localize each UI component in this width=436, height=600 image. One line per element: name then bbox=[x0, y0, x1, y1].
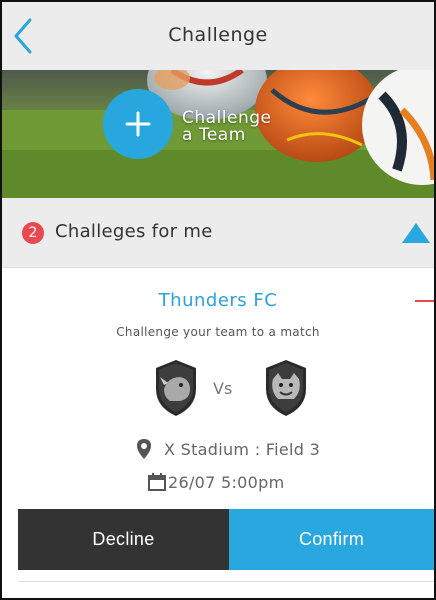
section-title: Challeges for me bbox=[55, 221, 213, 242]
challenge-team-button[interactable] bbox=[103, 89, 173, 159]
divider bbox=[18, 581, 434, 582]
map-pin-icon bbox=[137, 439, 151, 459]
calendar-icon bbox=[148, 473, 166, 491]
rhino-crest-icon bbox=[156, 360, 196, 416]
date-time-text: 26/07 5:00pm bbox=[168, 473, 285, 492]
page-title: Challenge bbox=[168, 24, 268, 46]
challenge-label-line2: a Team bbox=[182, 125, 246, 145]
challenges-for-me-header[interactable]: 2 Challeges for me bbox=[2, 198, 434, 268]
panther-crest-icon bbox=[266, 360, 306, 416]
challenge-count-badge: 2 bbox=[22, 222, 44, 244]
vs-label: Vs bbox=[213, 379, 233, 398]
swipe-indicator bbox=[415, 300, 434, 302]
triangle-up-icon[interactable] bbox=[401, 222, 431, 244]
challenge-subtitle: Challenge your team to a match bbox=[116, 325, 320, 339]
app-screen: Challenge Challenge a Team 2 Challeges f… bbox=[0, 0, 436, 600]
header-bar: Challenge bbox=[2, 2, 434, 70]
challenge-team-label[interactable]: Challenge a Team bbox=[182, 110, 272, 144]
decline-button[interactable]: Decline bbox=[18, 509, 229, 570]
challenge-banner: Challenge a Team bbox=[2, 70, 434, 198]
team-name: Thunders FC bbox=[158, 290, 278, 311]
confirm-button[interactable]: Confirm bbox=[229, 509, 434, 570]
plus-icon bbox=[125, 111, 151, 137]
location-text: X Stadium : Field 3 bbox=[164, 440, 321, 459]
